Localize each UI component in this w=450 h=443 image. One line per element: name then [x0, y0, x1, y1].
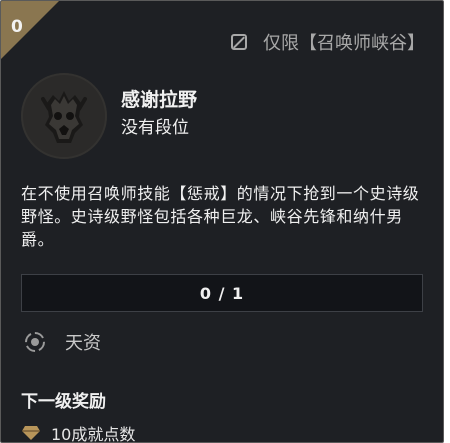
target-ring-icon: [25, 332, 45, 352]
progress-bar: 0 / 1: [21, 274, 423, 312]
progress-text: 0 / 1: [199, 283, 245, 303]
level-corner-text: 0: [11, 17, 23, 37]
next-reward-title: 下一级奖励: [21, 392, 106, 412]
achievement-title: 感谢拉野: [121, 89, 198, 111]
next-reward-text: 10成就点数: [51, 425, 136, 443]
gem-icon: [22, 426, 40, 440]
achievement-emblem: [21, 73, 107, 159]
category-label: 天资: [65, 333, 101, 354]
slash-square-icon: [231, 34, 247, 50]
achievement-rank: 没有段位: [121, 118, 189, 138]
achievement-category: 天资: [23, 329, 101, 355]
achievement-card: 0 仅限【召唤师峡谷】 感谢拉野 没有段位 在不使用召唤师技能【惩戒】的情况下抢…: [0, 0, 444, 443]
next-reward: 10成就点数: [21, 421, 136, 443]
map-restriction-label: 仅限【召唤师峡谷】: [263, 33, 425, 54]
jungle-monster-emblem-icon: [41, 91, 87, 143]
achievement-description: 在不使用召唤师技能【惩戒】的情况下抢到一个史诗级野怪。史诗级野怪包括各种巨龙、峡…: [21, 184, 420, 249]
level-corner-badge: [1, 1, 59, 59]
map-restriction: 仅限【召唤师峡谷】: [231, 29, 425, 55]
